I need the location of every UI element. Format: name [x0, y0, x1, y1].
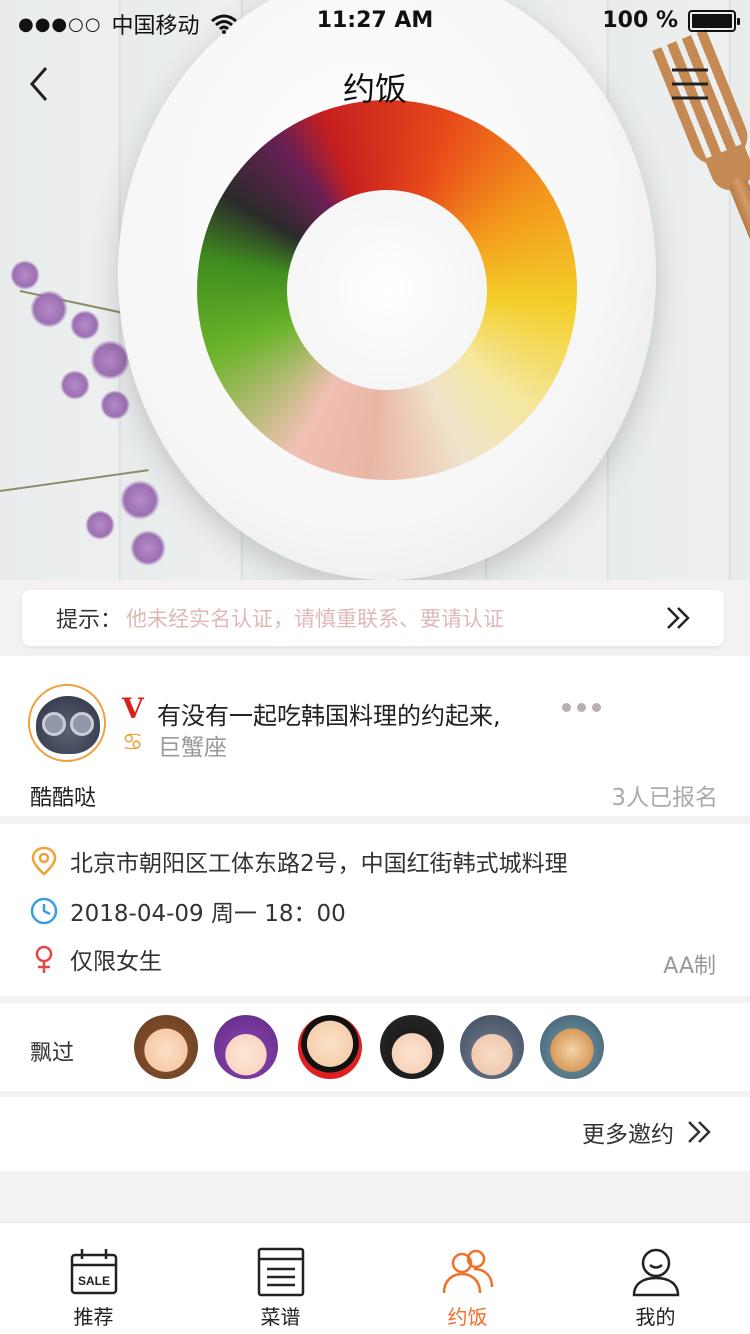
- zodiac-label: 巨蟹座: [158, 735, 227, 761]
- visitor-avatar[interactable]: [540, 1015, 604, 1079]
- address-text: 北京市朝阳区工体东路2号，中国红街韩式城料理: [70, 851, 568, 877]
- address-row[interactable]: 北京市朝阳区工体东路2号，中国红街韩式城料理: [30, 844, 568, 878]
- gender-row: 仅限女生: [30, 942, 162, 976]
- tab-recommend[interactable]: SALE 推荐: [0, 1223, 187, 1334]
- menu-button[interactable]: [670, 66, 710, 102]
- post-title: 有没有一起吃韩国料理的约起来,: [157, 702, 501, 730]
- dot-icon: [592, 702, 601, 712]
- datetime-text: 2018-04-09 周一 18：00: [70, 901, 346, 927]
- double-chevron-right-icon: [688, 1121, 711, 1143]
- tab-label: 推荐: [73, 1305, 114, 1329]
- bottom-tab-bar: SALE 推荐 菜谱 约饭 我的: [0, 1222, 750, 1334]
- verification-tip-bar[interactable]: 提示： 他未经实名认证，请慎重联系、要请认证: [22, 590, 724, 646]
- battery-percent: 100 %: [602, 8, 678, 33]
- calendar-sale-icon: SALE: [70, 1249, 117, 1295]
- gender-limit-text: 仅限女生: [70, 949, 162, 975]
- more-invitations-link[interactable]: 更多邀约: [582, 1115, 716, 1149]
- visitor-avatar[interactable]: [134, 1015, 198, 1079]
- tab-label: 菜谱: [260, 1305, 301, 1329]
- tab-label: 我的: [635, 1305, 676, 1329]
- clock-icon: [30, 897, 58, 925]
- recipe-list-icon: [257, 1247, 304, 1297]
- visitor-avatar[interactable]: [298, 1015, 362, 1079]
- visitor-avatar[interactable]: [380, 1015, 444, 1079]
- tab-dining[interactable]: 约饭: [374, 1223, 561, 1334]
- cancer-zodiac-icon: ♋: [122, 728, 144, 756]
- people-icon: [442, 1249, 493, 1294]
- signup-count: 3人已报名: [611, 785, 718, 811]
- verified-v-icon: V: [122, 692, 144, 725]
- status-bar: ●●●○○ 中国移动 11:27 AM 100 %: [0, 0, 750, 40]
- more-invitations-label: 更多邀约: [582, 1122, 674, 1148]
- sale-badge: SALE: [77, 1274, 109, 1288]
- more-invitations-section: 更多邀约: [0, 1097, 750, 1171]
- visitor-avatar[interactable]: [214, 1015, 278, 1079]
- visitor-avatar[interactable]: [460, 1015, 524, 1079]
- more-options-button[interactable]: [562, 696, 612, 718]
- visitors-label: 飘过: [30, 1041, 75, 1066]
- menu-icon: [672, 68, 708, 100]
- location-pin-icon: [31, 846, 57, 876]
- tab-recipes[interactable]: 菜谱: [187, 1223, 374, 1334]
- double-chevron-right-icon: [667, 607, 690, 629]
- tab-label: 约饭: [447, 1305, 488, 1329]
- page-title: 约饭: [342, 70, 407, 108]
- datetime-row: 2018-04-09 周一 18：00: [30, 894, 346, 928]
- back-button[interactable]: [22, 60, 62, 108]
- navigation-bar: 约饭: [0, 50, 750, 120]
- profile-icon: [632, 1248, 679, 1297]
- female-icon: [35, 945, 53, 973]
- visitors-row: 飘过: [0, 1003, 750, 1091]
- host-card: V 有没有一起吃韩国料理的约起来, ♋ 巨蟹座 酷酷哒 3人已报名: [0, 656, 750, 816]
- host-username[interactable]: 酷酷哒: [30, 780, 96, 812]
- event-details: 北京市朝阳区工体东路2号，中国红街韩式城料理 2018-04-09 周一 18：…: [0, 824, 750, 996]
- battery-icon: [688, 9, 740, 32]
- dot-icon: [562, 702, 571, 712]
- dot-icon: [577, 702, 586, 712]
- tip-text: 他未经实名认证，请慎重联系、要请认证: [126, 607, 505, 631]
- host-avatar[interactable]: [28, 684, 106, 762]
- chevron-left-icon: [30, 67, 48, 101]
- tab-mine[interactable]: 我的: [562, 1223, 749, 1334]
- payment-type: AA制: [663, 954, 716, 979]
- tip-label: 提示：: [56, 608, 123, 633]
